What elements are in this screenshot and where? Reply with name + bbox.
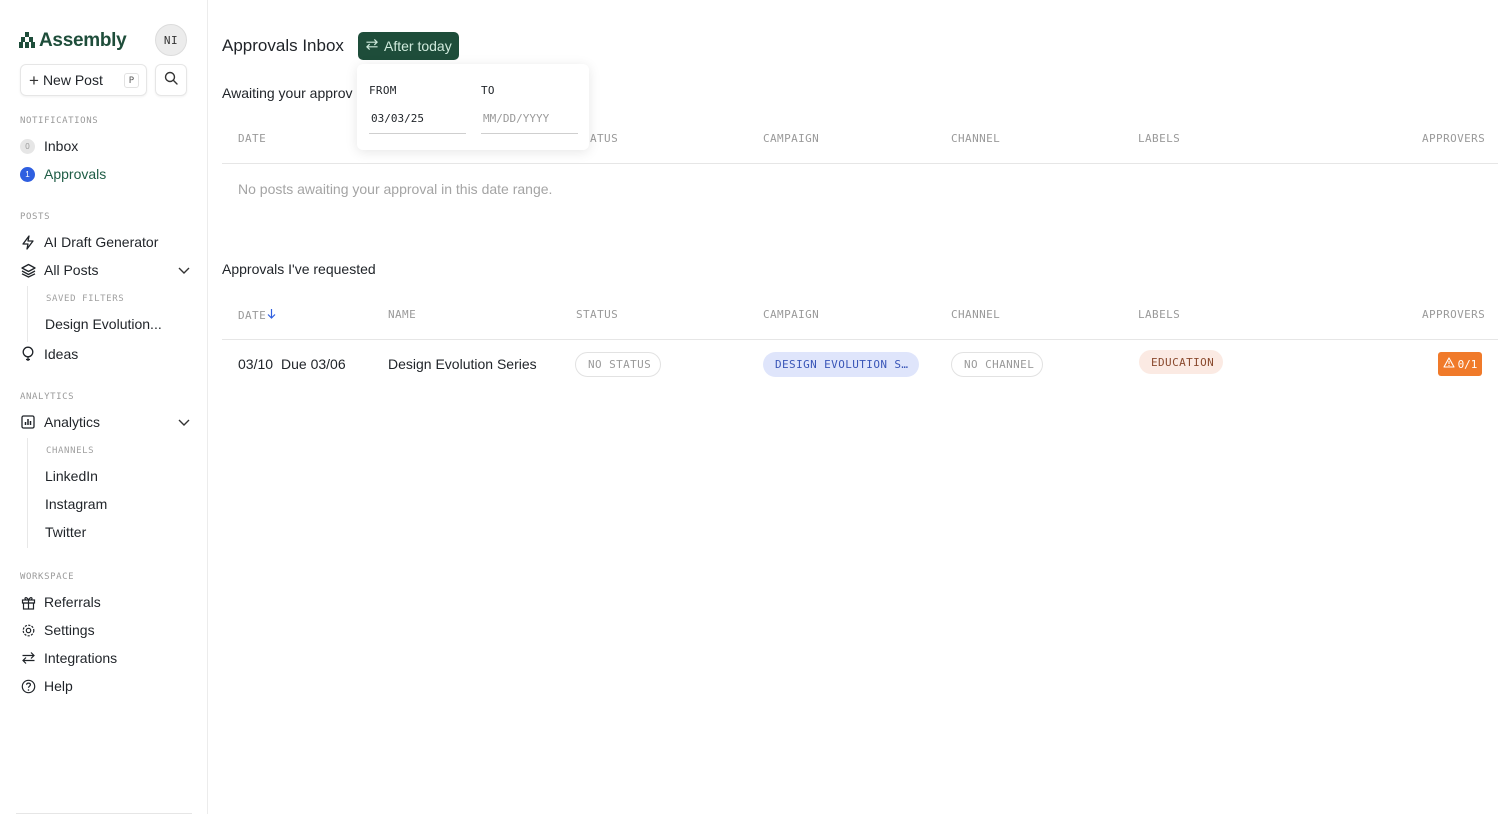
sidebar-item-analytics[interactable]: Analytics <box>20 410 190 434</box>
arrows-swap-icon <box>365 38 379 54</box>
awaiting-approval-title: Awaiting your approv <box>222 85 353 101</box>
column-header-approvers[interactable]: APPROVERS <box>1422 132 1485 145</box>
sidebar-item-settings[interactable]: Settings <box>20 618 190 642</box>
column-header-campaign[interactable]: CAMPAIGN <box>763 308 819 321</box>
approvals-count-badge: 1 <box>20 166 35 182</box>
sidebar-item-help[interactable]: Help <box>20 674 190 698</box>
search-button[interactable] <box>155 64 187 96</box>
sidebar: Assembly NI + New Post P NOTIFICATIONS 0… <box>0 0 208 814</box>
sidebar-item-label: Integrations <box>44 650 118 666</box>
column-header-date-label: DATE <box>238 308 267 322</box>
gear-icon <box>20 622 36 638</box>
date-range-popover: FROM TO <box>357 64 589 150</box>
workspace-section-label: WORKSPACE <box>20 572 75 582</box>
column-header-channel[interactable]: CHANNEL <box>951 308 1000 321</box>
saved-filter-item[interactable]: Design Evolution... <box>45 316 162 332</box>
sidebar-item-label: Ideas <box>44 346 79 362</box>
empty-state-message: No posts awaiting your approval in this … <box>238 181 553 197</box>
column-header-name[interactable]: NAME <box>388 308 416 321</box>
to-label: TO <box>481 84 495 97</box>
plus-icon: + <box>29 70 39 90</box>
from-date-input[interactable] <box>369 104 466 134</box>
arrow-down-icon <box>267 308 276 322</box>
logo-text: Assembly <box>39 30 127 51</box>
column-header-campaign[interactable]: CAMPAIGN <box>763 132 819 145</box>
sidebar-item-label: Help <box>44 678 73 694</box>
sidebar-item-ideas[interactable]: Ideas <box>20 342 190 366</box>
column-header-labels[interactable]: LABELS <box>1138 132 1180 145</box>
column-header-status[interactable]: STATUS <box>576 308 618 321</box>
approvers-badge[interactable]: 0/1 <box>1438 352 1482 376</box>
campaign-badge[interactable]: DESIGN EVOLUTION S… <box>763 352 919 377</box>
logo[interactable]: Assembly <box>19 30 127 52</box>
sidebar-item-approvals[interactable]: 1 Approvals <box>20 162 190 186</box>
sidebar-item-label: All Posts <box>44 262 99 278</box>
row-due-date: Due 03/06 <box>281 356 346 372</box>
column-header-channel[interactable]: CHANNEL <box>951 132 1000 145</box>
status-badge[interactable]: NO STATUS <box>575 352 661 377</box>
sidebar-item-ai-draft-generator[interactable]: AI Draft Generator <box>20 230 190 254</box>
sidebar-item-label: Analytics <box>44 414 101 430</box>
sidebar-item-label: Settings <box>44 622 95 638</box>
channel-item-twitter[interactable]: Twitter <box>45 524 86 540</box>
column-header-approvers[interactable]: APPROVERS <box>1422 308 1485 321</box>
chart-icon <box>20 414 36 430</box>
requested-approvals-title: Approvals I've requested <box>222 261 376 277</box>
sidebar-item-label: Referrals <box>44 594 101 610</box>
approvers-count: 0/1 <box>1457 357 1478 371</box>
saved-filters-label: SAVED FILTERS <box>46 294 125 304</box>
warning-icon <box>1443 357 1455 371</box>
arrows-swap-icon <box>20 650 36 666</box>
sidebar-item-label: Inbox <box>44 138 79 154</box>
date-filter-label: After today <box>384 38 452 54</box>
to-date-input[interactable] <box>481 104 578 134</box>
from-label: FROM <box>369 84 397 97</box>
notifications-section-label: NOTIFICATIONS <box>20 116 99 126</box>
page-title: Approvals Inbox <box>222 36 344 55</box>
table-divider <box>222 163 1498 164</box>
column-header-date[interactable]: DATE <box>238 132 266 145</box>
channel-badge[interactable]: NO CHANNEL <box>951 352 1043 377</box>
sidebar-item-integrations[interactable]: Integrations <box>20 646 190 670</box>
search-icon <box>164 71 178 90</box>
label-badge[interactable]: EDUCATION <box>1139 350 1223 374</box>
chevron-down-icon[interactable] <box>178 262 190 278</box>
assembly-logo-icon <box>19 32 35 50</box>
column-header-labels[interactable]: LABELS <box>1138 308 1180 321</box>
sub-rail <box>27 286 28 342</box>
sidebar-item-inbox[interactable]: 0 Inbox <box>20 134 190 158</box>
shortcut-key: P <box>124 73 139 88</box>
new-post-button[interactable]: + New Post P <box>20 64 147 96</box>
column-header-date[interactable]: DATE <box>238 308 276 322</box>
lightning-icon <box>20 234 36 250</box>
sidebar-item-label: AI Draft Generator <box>44 234 159 250</box>
lightbulb-icon <box>20 346 36 362</box>
row-date: 03/10 <box>238 356 274 372</box>
layers-icon <box>20 262 36 278</box>
analytics-section-label: ANALYTICS <box>20 392 75 402</box>
sidebar-item-all-posts[interactable]: All Posts <box>20 258 190 282</box>
channels-label: CHANNELS <box>46 446 95 456</box>
sub-rail <box>27 438 28 548</box>
new-post-label: New Post <box>42 72 103 88</box>
help-icon <box>20 678 36 694</box>
channel-item-linkedin[interactable]: LinkedIn <box>45 468 98 484</box>
sidebar-item-referrals[interactable]: Referrals <box>20 590 190 614</box>
posts-section-label: POSTS <box>20 212 51 222</box>
column-header-status[interactable]: ATUS <box>590 132 618 145</box>
channel-item-instagram[interactable]: Instagram <box>45 496 107 512</box>
chevron-down-icon[interactable] <box>178 414 190 430</box>
sidebar-item-label: Approvals <box>44 166 107 182</box>
inbox-count-badge: 0 <box>20 138 35 154</box>
gift-icon <box>20 594 36 610</box>
table-divider <box>222 339 1498 340</box>
avatar[interactable]: NI <box>155 24 187 56</box>
row-name[interactable]: Design Evolution Series <box>388 356 537 372</box>
date-filter-button[interactable]: After today <box>358 32 459 60</box>
